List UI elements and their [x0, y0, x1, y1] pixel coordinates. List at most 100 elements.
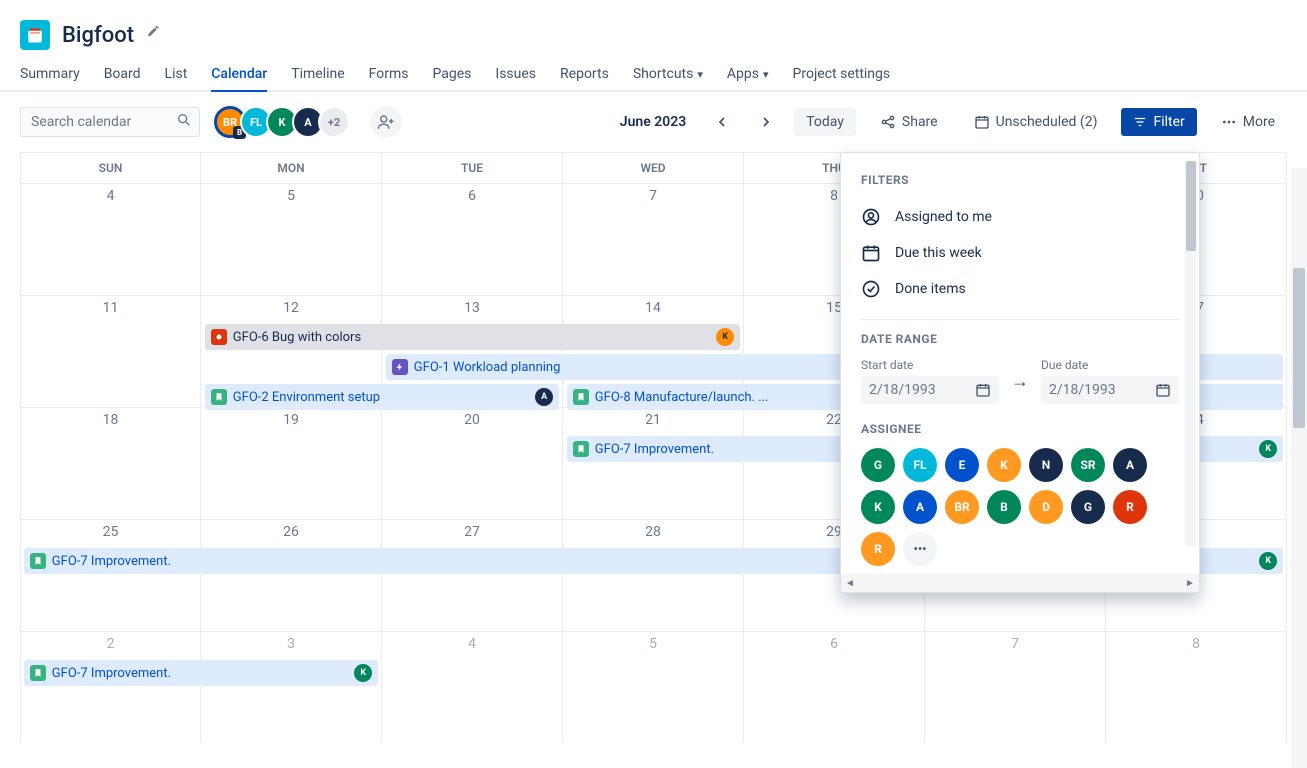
- assignee-chip[interactable]: N: [1029, 448, 1063, 482]
- prev-month-button[interactable]: [706, 106, 738, 138]
- calendar-toolbar: BRBFLKA+2 June 2023 Today Share Unschedu…: [0, 92, 1307, 152]
- day-header: MON: [201, 153, 382, 183]
- panel-scrollbar-vertical[interactable]: [1185, 161, 1197, 546]
- day-number: 4: [390, 636, 554, 652]
- day-cell[interactable]: 6: [744, 632, 925, 743]
- assignee-chip[interactable]: SR: [1071, 448, 1105, 482]
- day-cell[interactable]: 20: [382, 408, 563, 519]
- calendar-event[interactable]: GFO-7 Improvement.K: [24, 660, 378, 686]
- day-cell[interactable]: 5: [563, 632, 744, 743]
- day-cell[interactable]: 25: [20, 520, 201, 631]
- assignee-chip[interactable]: FL: [903, 448, 937, 482]
- day-cell[interactable]: 3: [201, 632, 382, 743]
- day-cell[interactable]: 28: [563, 520, 744, 631]
- day-number: 5: [209, 188, 373, 204]
- page-scrollbar[interactable]: [1291, 168, 1307, 768]
- edit-icon[interactable]: [146, 25, 162, 46]
- add-people-button[interactable]: [370, 106, 402, 138]
- day-cell[interactable]: 21: [563, 408, 744, 519]
- date-range-row: Start date 2/18/1993 → Due date 2/18/199…: [861, 358, 1179, 404]
- assignee-more-button[interactable]: •••: [903, 532, 937, 566]
- date-range-title: DATE RANGE: [861, 332, 1179, 346]
- due-date-input[interactable]: 2/18/1993: [1041, 376, 1179, 404]
- assignee-chip[interactable]: A: [1113, 448, 1147, 482]
- next-month-button[interactable]: [750, 106, 782, 138]
- tab-issues[interactable]: Issues: [495, 58, 536, 90]
- event-label: GFO-1 Workload planning: [414, 360, 561, 375]
- check-circle-icon: [861, 279, 881, 299]
- assignee-avatar: A: [535, 388, 553, 406]
- tab-apps[interactable]: Apps▾: [727, 58, 769, 90]
- day-cell[interactable]: 5: [201, 184, 382, 295]
- panel-scrollbar-horizontal[interactable]: ◄ ►: [841, 574, 1199, 592]
- chevron-down-icon: ▾: [763, 68, 769, 81]
- tab-forms[interactable]: Forms: [369, 58, 409, 90]
- nav-tabs: Summary Board List Calendar Timeline For…: [0, 58, 1307, 92]
- tab-project-settings[interactable]: Project settings: [793, 58, 891, 90]
- today-button[interactable]: Today: [794, 108, 856, 136]
- scroll-right-icon[interactable]: ►: [1181, 578, 1199, 589]
- tab-list[interactable]: List: [165, 58, 188, 90]
- project-title: Bigfoot: [62, 23, 134, 48]
- tab-reports[interactable]: Reports: [560, 58, 609, 90]
- filter-assigned-to-me[interactable]: Assigned to me: [861, 199, 1179, 235]
- assignee-chip[interactable]: BR: [945, 490, 979, 524]
- more-button[interactable]: More: [1209, 108, 1287, 136]
- assignee-avatar: K: [716, 328, 734, 346]
- assignee-chip[interactable]: K: [861, 490, 895, 524]
- search-icon[interactable]: [176, 112, 192, 132]
- day-cell[interactable]: 7: [925, 632, 1106, 743]
- assignee-chip[interactable]: A: [903, 490, 937, 524]
- due-date-label: Due date: [1041, 358, 1179, 372]
- assignee-chip[interactable]: K: [987, 448, 1021, 482]
- assignee-chip[interactable]: D: [1029, 490, 1063, 524]
- project-header: Bigfoot: [0, 0, 1307, 58]
- day-cell[interactable]: 26: [201, 520, 382, 631]
- filter-panel: FILTERS Assigned to me Due this week Don…: [840, 152, 1200, 593]
- assignee-chip[interactable]: B: [987, 490, 1021, 524]
- scroll-left-icon[interactable]: ◄: [841, 578, 859, 589]
- day-cell[interactable]: 18: [20, 408, 201, 519]
- assignee-chip[interactable]: E: [945, 448, 979, 482]
- avatar-overflow[interactable]: +2: [318, 106, 350, 138]
- day-cell[interactable]: 27: [382, 520, 563, 631]
- day-cell[interactable]: 4: [382, 632, 563, 743]
- day-cell[interactable]: 8: [1106, 632, 1287, 743]
- day-cell[interactable]: 4: [20, 184, 201, 295]
- share-icon: [880, 114, 896, 130]
- tab-summary[interactable]: Summary: [20, 58, 80, 90]
- day-cell[interactable]: 11: [20, 296, 201, 407]
- filter-due-this-week[interactable]: Due this week: [861, 235, 1179, 271]
- calendar-event[interactable]: GFO-6 Bug with colorsK: [205, 324, 740, 350]
- unscheduled-button[interactable]: Unscheduled (2): [962, 108, 1110, 136]
- day-cell[interactable]: 2: [20, 632, 201, 743]
- day-number: 6: [752, 636, 916, 652]
- filter-button[interactable]: Filter: [1121, 108, 1196, 136]
- filter-icon: [1133, 115, 1147, 129]
- project-logo: [20, 20, 50, 50]
- event-label: GFO-7 Improvement.: [52, 554, 171, 569]
- tab-timeline[interactable]: Timeline: [291, 58, 344, 90]
- person-icon: [861, 207, 881, 227]
- share-button[interactable]: Share: [868, 108, 950, 136]
- search-input[interactable]: [20, 107, 200, 137]
- tab-board[interactable]: Board: [104, 58, 141, 90]
- tab-shortcuts[interactable]: Shortcuts▾: [633, 58, 703, 90]
- day-cell[interactable]: 6: [382, 184, 563, 295]
- assignee-chip[interactable]: G: [861, 448, 895, 482]
- assignee-chip[interactable]: R: [1113, 490, 1147, 524]
- assignee-chip[interactable]: G: [1071, 490, 1105, 524]
- day-cell[interactable]: 19: [201, 408, 382, 519]
- tab-pages[interactable]: Pages: [433, 58, 472, 90]
- filter-done-items[interactable]: Done items: [861, 271, 1179, 307]
- story-icon: [573, 389, 589, 405]
- start-date-input[interactable]: 2/18/1993: [861, 376, 999, 404]
- day-number: 19: [209, 412, 373, 428]
- tab-calendar[interactable]: Calendar: [211, 58, 267, 90]
- day-number: 2: [29, 636, 192, 652]
- day-cell[interactable]: 7: [563, 184, 744, 295]
- event-label: GFO-7 Improvement.: [52, 666, 171, 681]
- day-number: 28: [571, 524, 735, 540]
- assignee-chip[interactable]: R: [861, 532, 895, 566]
- event-label: GFO-2 Environment setup: [233, 390, 380, 405]
